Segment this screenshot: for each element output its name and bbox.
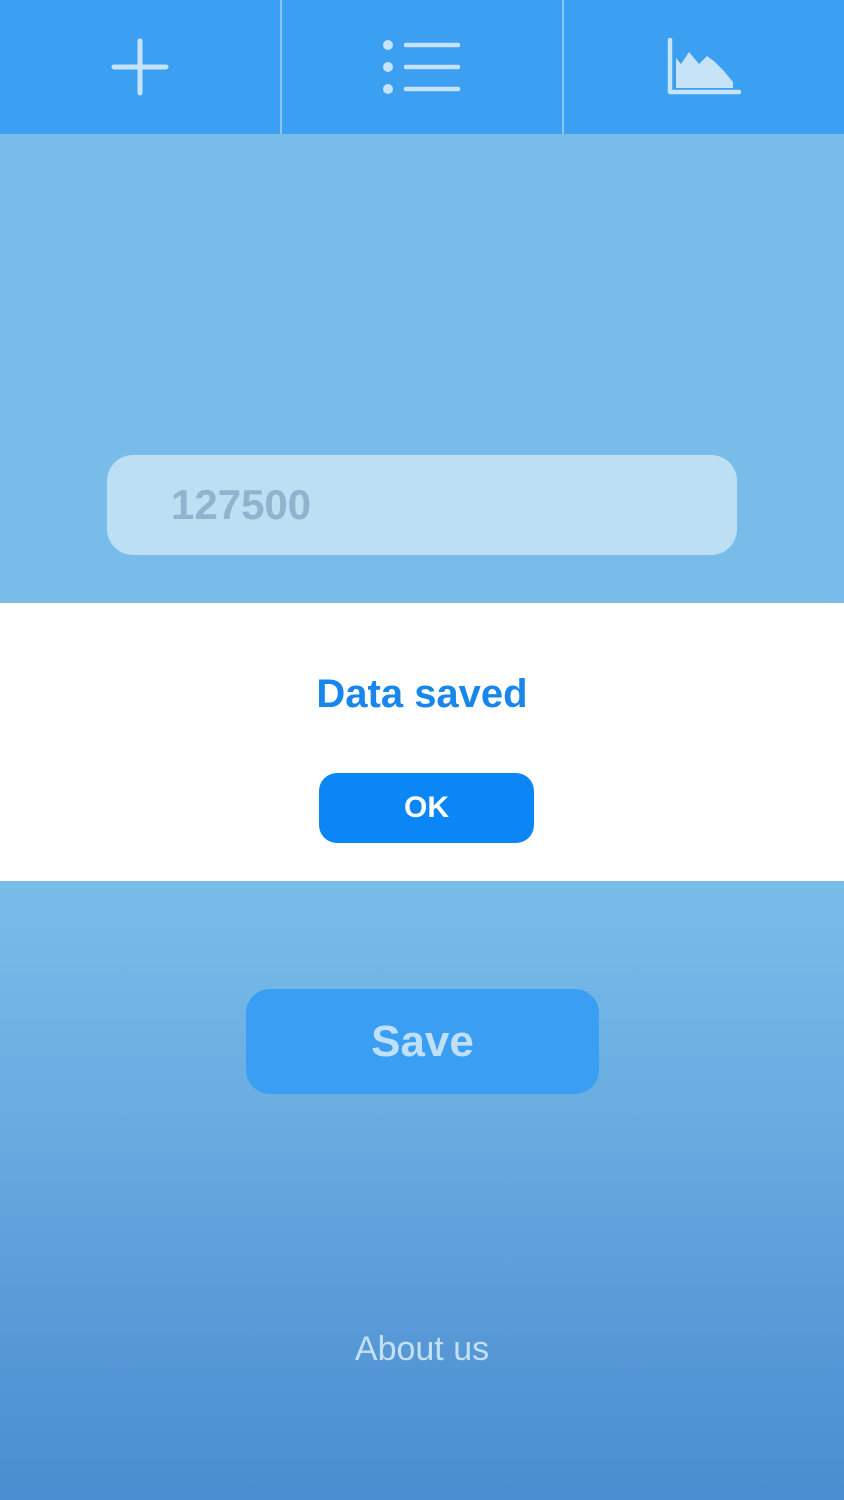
dialog-title: Data saved <box>316 672 528 716</box>
about-us-link[interactable]: About us <box>0 1330 844 1369</box>
tab-add[interactable] <box>0 0 280 134</box>
ok-button[interactable]: OK <box>319 773 534 843</box>
plus-icon <box>111 38 169 96</box>
list-icon <box>383 40 461 94</box>
save-button[interactable]: Save <box>246 989 599 1094</box>
tab-bar <box>0 0 844 134</box>
area-chart-icon <box>667 38 741 95</box>
tab-list[interactable] <box>280 0 562 134</box>
amount-field[interactable] <box>107 455 737 555</box>
app-screen: Data saved OK Save About us <box>0 0 844 1500</box>
amount-input[interactable] <box>169 480 737 530</box>
tab-chart[interactable] <box>562 0 844 134</box>
